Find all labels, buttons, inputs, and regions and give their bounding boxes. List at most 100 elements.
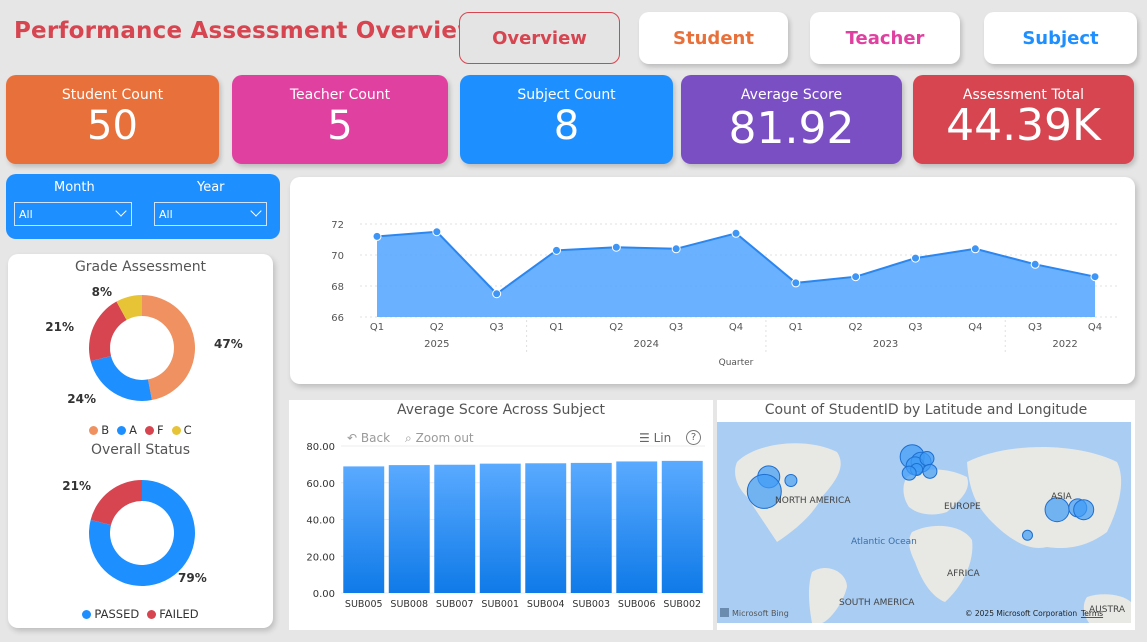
kpi-label: Subject Count: [517, 87, 616, 103]
kpi-value: 8: [553, 103, 580, 149]
tab-teacher[interactable]: Teacher: [810, 12, 960, 64]
data-point: [372, 231, 382, 241]
x-tick-label: Q3: [1028, 322, 1042, 333]
donut-panel: Grade Assessment 47% 24% 21% 8% 79% 21% B A …: [8, 254, 273, 628]
slice-label: 47%: [214, 337, 243, 351]
x-tick-label: SUB002: [663, 599, 701, 610]
status-donut: 79% 21%: [62, 479, 207, 586]
data-point: [492, 289, 502, 299]
data-point: [1090, 272, 1100, 282]
y-tick-label: 0.00: [313, 589, 335, 600]
legend-item-f: F: [145, 423, 164, 437]
map-bubble: [919, 451, 935, 467]
kpi-card-subject-count: Subject Count 8: [460, 75, 673, 164]
x-tick-label: Q4: [1088, 322, 1102, 333]
x-tick-label: SUB007: [436, 599, 474, 610]
legend-label: A: [129, 423, 138, 437]
label-north-america: NORTH AMERICA: [775, 496, 851, 506]
chevron-down-icon: [250, 205, 262, 217]
legend-label: C: [183, 423, 192, 437]
legend-item-a: A: [117, 423, 137, 437]
status-chart-title: Overall Status: [90, 442, 191, 458]
x-axis-title: Quarter: [719, 358, 754, 368]
kpi-label: Average Score: [740, 87, 843, 103]
map-terms-link[interactable]: Terms: [1080, 609, 1103, 618]
x-tick-label: SUB003: [572, 599, 610, 610]
kpi-card-average-score: Average Score 81.92: [681, 75, 902, 164]
legend-item-c: C: [171, 423, 192, 437]
quarter-trend-panel: 66 68 70 72 Q1 Q2 Q3 Q1 Q2 Q3 Q4 Q1 Q2 Q3 Q4 Q3 Q4 2025 20…: [290, 177, 1135, 384]
map-bubble: [1022, 529, 1033, 541]
subject-bar-chart[interactable]: 0.00 20.00 40.00 60.00 80.00 SUB005 SUB008 SUB0…: [289, 400, 713, 630]
kpi-value: 5: [327, 103, 353, 149]
bar-sub001: [479, 463, 521, 593]
tab-subject-label: Subject: [1022, 27, 1099, 49]
year-select-value: All: [159, 208, 173, 221]
grade-legend: B A F C: [8, 423, 273, 437]
x-tick-label: Q2: [609, 322, 623, 333]
map-bubble: [784, 473, 798, 487]
x-group-label: 2023: [873, 339, 898, 350]
tab-teacher-label: Teacher: [845, 27, 925, 49]
data-point: [911, 253, 920, 263]
x-tick-label: Q1: [789, 322, 803, 333]
y-tick-label: 72: [331, 220, 344, 231]
slice-label: 24%: [67, 392, 96, 406]
y-tick-label: 40.00: [306, 516, 335, 527]
x-tick-label: Q3: [908, 322, 922, 333]
label-atlantic-ocean: Atlantic Ocean: [851, 537, 917, 547]
legend-dot: [82, 610, 92, 619]
legend-dot: [145, 426, 155, 435]
legend-dot: [147, 610, 157, 619]
legend-dot: [117, 426, 127, 435]
map-bubble: [1073, 499, 1095, 521]
x-tick-label: SUB004: [527, 599, 565, 610]
kpi-value: 81.92: [728, 103, 855, 154]
kpi-card-assessment-total: Assessment Total 44.39K: [913, 75, 1134, 164]
x-tick-label: SUB008: [390, 599, 428, 610]
year-select[interactable]: All: [154, 202, 267, 226]
x-tick-label: SUB006: [618, 599, 656, 610]
donut-charts-svg: 47% 24% 21% 8% 79% 21%: [45, 285, 243, 586]
filter-panel: Month Year All All: [6, 174, 280, 239]
legend-item-passed: PASSED: [82, 607, 139, 621]
label-europe: EUROPE: [944, 502, 981, 512]
legend-item-b: B: [89, 423, 109, 437]
data-point: [552, 245, 561, 255]
chevron-down-icon: [115, 205, 127, 217]
legend-dot: [171, 426, 181, 435]
bar-sub002: [661, 460, 703, 593]
legend-label: B: [101, 423, 110, 437]
bar-sub006: [616, 461, 658, 593]
bar-sub007: [434, 464, 476, 593]
data-point: [1030, 259, 1040, 269]
legend-label: PASSED: [94, 607, 140, 621]
data-point: [791, 278, 801, 288]
data-point: [970, 244, 980, 254]
donut-slice-f: [88, 301, 127, 362]
grade-donut: 47% 24% 21% 8%: [45, 285, 242, 406]
subject-bar-panel: Average Score Across Subject ↶ Back ⌕ Zo…: [289, 400, 713, 630]
page-title: Performance Assessment Overview: [14, 18, 479, 44]
tab-overview[interactable]: Overview: [459, 12, 620, 64]
quarter-area-chart[interactable]: 66 68 70 72 Q1 Q2 Q3 Q1 Q2 Q3 Q4 Q1 Q2 Q3 Q4 Q3 Q4 2025 20…: [290, 177, 1135, 384]
slice-label: 21%: [62, 479, 91, 493]
data-point: [671, 244, 681, 254]
y-tick-label: 80.00: [306, 442, 335, 453]
tab-student[interactable]: Student: [639, 12, 788, 64]
x-tick-label: Q3: [490, 322, 504, 333]
kpi-label: Teacher Count: [289, 87, 391, 103]
label-asia: ASIA: [1051, 492, 1073, 502]
kpi-card-teacher-count: Teacher Count 5: [232, 75, 448, 164]
data-point: [432, 227, 442, 237]
student-location-map[interactable]: NORTH AMERICA EUROPE ASIA AFRICA SOUTH A…: [717, 422, 1131, 623]
tab-subject[interactable]: Subject: [984, 12, 1137, 64]
kpi-value: 44.39K: [946, 100, 1101, 151]
x-tick-label: Q3: [669, 322, 683, 333]
data-point: [851, 272, 861, 282]
bar-sub004: [525, 463, 567, 593]
x-group-label: 2025: [424, 339, 449, 350]
month-select[interactable]: All: [14, 202, 132, 226]
bar-sub005: [343, 466, 385, 593]
legend-label: F: [157, 423, 164, 437]
